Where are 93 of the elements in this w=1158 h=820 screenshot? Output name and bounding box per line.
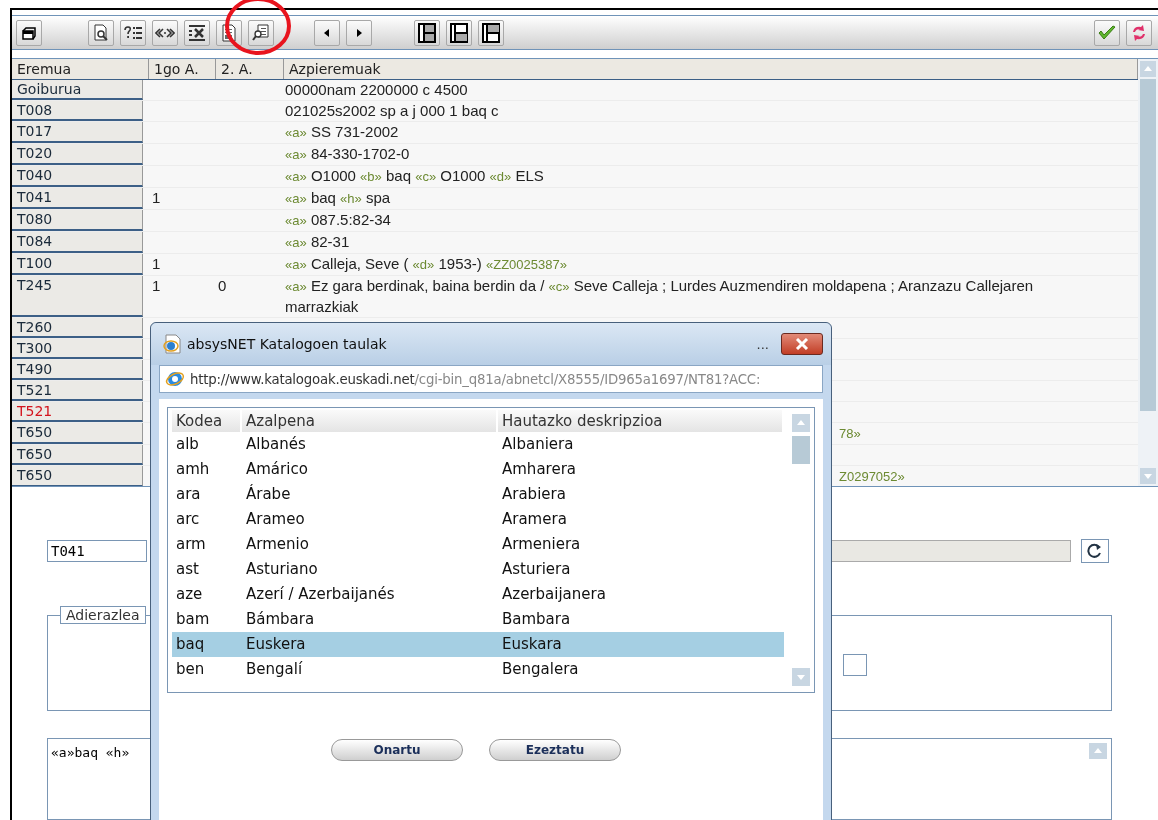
subfield-content: 021025s2002 sp a j 000 1 baq c: [285, 101, 500, 122]
field-input[interactable]: T041: [47, 540, 147, 562]
url-text: http://www.katalogoak.euskadi.net/cgi-bin_q81a/abnetcl/X8555/ID965a1697/NT81?ACC:: [190, 371, 761, 387]
language-row[interactable]: ast Asturiano Asturiera: [172, 557, 784, 582]
layout-bottom-button[interactable]: [446, 19, 472, 46]
subfield-content: 00000nam 2200000 c 4500: [285, 80, 469, 101]
column-header: Kodea: [172, 410, 240, 432]
dialog-button[interactable]: Ezeztatu: [489, 739, 621, 761]
field-tag[interactable]: T084: [12, 232, 143, 254]
double-chevrons-icon: [155, 26, 175, 39]
field-tag[interactable]: T650: [12, 445, 143, 466]
subfield-content: «a» Calleja, Seve ( «d» 1953-) «ZZ0025387»: [285, 254, 568, 275]
field-tag[interactable]: T020: [12, 144, 143, 166]
close-icon: [795, 338, 809, 350]
language-row[interactable]: amh Amárico Amharera: [172, 457, 784, 482]
dialog-button[interactable]: Onartu: [331, 739, 463, 761]
field-tag[interactable]: T260: [12, 318, 143, 339]
checkmark-icon: [1098, 24, 1116, 41]
previous-button[interactable]: [314, 19, 340, 46]
language-row[interactable]: arm Armenio Armeniera: [172, 532, 784, 557]
language-row[interactable]: alb Albanés Albaniera: [172, 432, 784, 457]
field-tag[interactable]: T650: [12, 423, 143, 445]
column-header: Azalpena: [242, 410, 496, 432]
field-tag[interactable]: T041: [12, 188, 143, 210]
field-tag[interactable]: T521: [12, 381, 143, 402]
right-triangle-icon: [355, 27, 363, 38]
layout-left-button[interactable]: [414, 19, 440, 46]
language-row[interactable]: arc Arameo Aramera: [172, 507, 784, 532]
field-tag[interactable]: T008: [12, 101, 143, 122]
browser-icon: [165, 369, 185, 389]
help-list-icon: [123, 24, 143, 41]
refresh-button[interactable]: [1126, 19, 1152, 46]
subfield-content: «a» 84-330-1702-0: [285, 144, 411, 165]
next-button[interactable]: [346, 19, 372, 46]
layout-icon: [482, 22, 500, 43]
column-header: Hautazko deskripzioa: [498, 410, 782, 432]
scroll-thumb[interactable]: [792, 436, 810, 464]
indicator-value: 1: [152, 189, 161, 207]
language-row[interactable]: ben Bengalí Bengalera: [172, 657, 784, 682]
preview-button[interactable]: [88, 19, 114, 46]
subfield-content: «a» 087.5:82-34: [285, 210, 392, 231]
field-tag[interactable]: T100: [12, 254, 143, 276]
address-bar[interactable]: http://www.katalogoak.euskadi.net/cgi-bin_q81a/abnetcl/X8555/ID965a1697/NT81?ACC:: [159, 365, 823, 393]
field-tag[interactable]: T490: [12, 360, 143, 381]
window-icon: [22, 25, 36, 40]
circular-arrow-icon: [1087, 543, 1103, 559]
reload-button[interactable]: [1081, 539, 1109, 563]
field-tag[interactable]: T040: [12, 166, 143, 188]
indicator-input[interactable]: [843, 654, 867, 676]
column-header: 2. A.: [216, 59, 284, 80]
layout-icon: [418, 22, 436, 43]
language-row[interactable]: bam Bámbara Bambara: [172, 607, 784, 632]
subfields-text: «a»baq «h»: [51, 745, 130, 760]
window-button[interactable]: [16, 19, 42, 46]
scrollbar[interactable]: [1138, 59, 1158, 486]
field-tag[interactable]: T521: [12, 402, 143, 423]
language-row[interactable]: ara Árabe Arabiera: [172, 482, 784, 507]
field-tag[interactable]: T650: [12, 466, 143, 486]
search-document-button[interactable]: [248, 19, 274, 46]
indicator-value: 1: [152, 255, 161, 273]
field-tag[interactable]: T245: [12, 276, 143, 318]
scroll-thumb[interactable]: [1140, 79, 1156, 412]
subfield-marks-button[interactable]: [152, 19, 178, 46]
ellipsis-text: ...: [756, 336, 769, 352]
subfield-content: «a» baq «h» spa: [285, 188, 392, 209]
indicator-value: 0: [218, 277, 227, 295]
document-search-icon: [93, 23, 109, 42]
panel-legend: Adierazlea: [60, 606, 146, 624]
magnifier-document-icon: [252, 23, 270, 42]
close-button[interactable]: [781, 333, 823, 355]
field-tag[interactable]: T017: [12, 122, 143, 144]
layout-icon: [450, 22, 468, 43]
help-list-button[interactable]: [120, 19, 146, 46]
column-header: Eremua: [12, 59, 149, 80]
indicator-value: 1: [152, 277, 161, 295]
language-row[interactable]: aze Azerí / Azerbaijanés Azerbaijanera: [172, 582, 784, 607]
delete-row-button[interactable]: [184, 19, 210, 46]
field-tag[interactable]: Goiburua: [12, 80, 143, 101]
field-tag[interactable]: T300: [12, 339, 143, 360]
dialog-title: absysNET Katalogoen taulak: [187, 336, 387, 352]
subfield-content: «a» SS 731-2002: [285, 122, 400, 143]
subfield-content: «a» O1000 «b» baq «c» O1000 «d» ELS: [285, 166, 545, 187]
subfield-content: «a» 82-31: [285, 232, 351, 253]
subfield-content: «a» Ez gara berdinak, baina berdin da / «c» Seve Calleja ; Lurdes Auzmendiren moldapena ; Aranzazu Callejaren marrazkiak: [285, 276, 1035, 318]
accept-button[interactable]: [1094, 19, 1120, 46]
field-tag[interactable]: T080: [12, 210, 143, 232]
page-icon: [163, 334, 181, 354]
refresh-icon: [1131, 24, 1147, 41]
layout-top-button[interactable]: [478, 19, 504, 46]
column-header: 1go A.: [149, 59, 216, 80]
language-row[interactable]: baq Euskera Euskara: [172, 632, 784, 657]
left-triangle-icon: [323, 27, 331, 38]
delete-row-icon: [188, 23, 206, 42]
